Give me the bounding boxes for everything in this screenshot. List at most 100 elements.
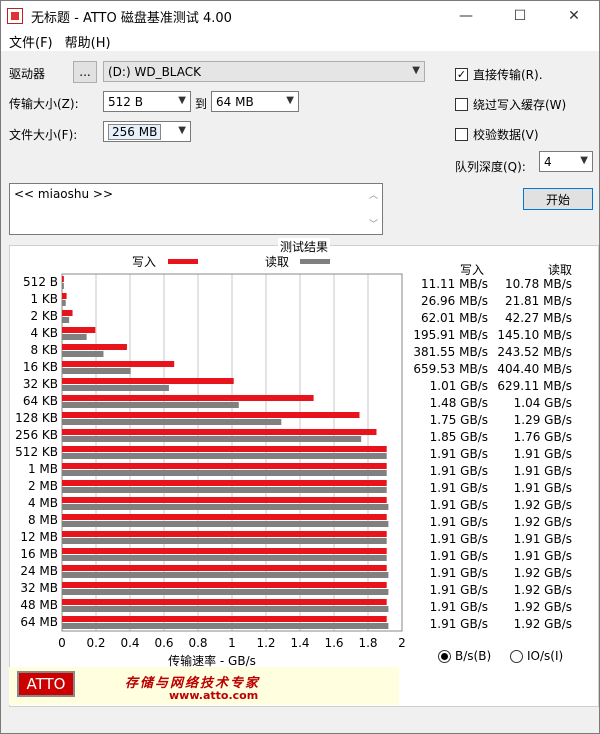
queue-depth-select[interactable]: 4 ▼: [539, 151, 593, 172]
checkbox-empty-icon: [455, 98, 468, 111]
write-speed-value: 1.91 GB/s: [429, 464, 488, 478]
direct-io-label: 直接传输(R).: [473, 68, 543, 82]
chevron-down-icon: ▼: [178, 125, 186, 136]
read-speed-value: 1.76 GB/s: [513, 430, 572, 444]
x-axis-title: 传输速率 - GB/s: [168, 653, 256, 668]
unit-io-radio[interactable]: IO/s(I): [510, 649, 563, 663]
queue-depth-value: 4: [544, 154, 552, 169]
x-tick-label: 1.4: [290, 636, 309, 650]
unit-bytes-radio[interactable]: B/s(B): [438, 649, 491, 663]
legend-read-swatch: [300, 259, 330, 264]
maximize-button[interactable]: ☐: [497, 1, 543, 31]
x-tick-label: 0.8: [188, 636, 207, 650]
menu-help[interactable]: 帮助(H): [65, 32, 111, 51]
results-row: 195.91 MB/s 145.10 MB/s: [10, 327, 600, 344]
verify-data-label: 校验数据(V): [473, 128, 539, 142]
transfer-size-to-select[interactable]: 64 MB ▼: [211, 91, 299, 112]
chevron-down-icon: ▼: [412, 65, 420, 76]
results-row: 1.91 GB/s 1.91 GB/s: [10, 548, 600, 565]
write-speed-value: 1.91 GB/s: [429, 481, 488, 495]
file-size-select[interactable]: 256 MB ▼: [103, 121, 191, 142]
write-speed-value: 1.91 GB/s: [429, 515, 488, 529]
x-tick-label: 2: [398, 636, 406, 650]
read-speed-value: 1.92 GB/s: [513, 498, 572, 512]
banner-url: www.atto.com: [169, 689, 259, 702]
drive-browse-button[interactable]: ...: [73, 61, 97, 83]
write-speed-value: 381.55 MB/s: [413, 345, 488, 359]
write-speed-value: 1.48 GB/s: [429, 396, 488, 410]
read-speed-value: 1.04 GB/s: [513, 396, 572, 410]
read-speed-value: 1.92 GB/s: [513, 617, 572, 631]
write-speed-value: 659.53 MB/s: [413, 362, 488, 376]
direct-io-checkbox[interactable]: ✓ 直接传输(R).: [455, 66, 543, 83]
read-speed-value: 10.78 MB/s: [504, 277, 572, 291]
read-speed-value: 629.11 MB/s: [497, 379, 572, 393]
chevron-down-icon: ▼: [178, 95, 186, 106]
window-title: 无标题 - ATTO 磁盘基准测试 4.00: [31, 10, 232, 26]
read-speed-value: 1.91 GB/s: [513, 549, 572, 563]
radio-selected-icon: [438, 649, 451, 663]
write-speed-value: 1.91 GB/s: [429, 600, 488, 614]
read-speed-value: 21.81 MB/s: [504, 294, 572, 308]
results-row: 381.55 MB/s 243.52 MB/s: [10, 344, 600, 361]
results-row: 1.91 GB/s 1.92 GB/s: [10, 582, 600, 599]
transfer-size-from-value: 512 B: [108, 94, 143, 109]
unit-bytes-label: B/s(B): [455, 649, 492, 663]
results-row: 1.91 GB/s 1.92 GB/s: [10, 514, 600, 531]
write-speed-value: 62.01 MB/s: [420, 311, 488, 325]
results-row: 1.75 GB/s 1.29 GB/s: [10, 412, 600, 429]
x-tick-label: 1: [228, 636, 236, 650]
menu-bar: 文件(F) 帮助(H): [1, 31, 599, 51]
write-speed-value: 1.91 GB/s: [429, 549, 488, 563]
read-speed-value: 1.92 GB/s: [513, 600, 572, 614]
results-row: 1.91 GB/s 1.92 GB/s: [10, 497, 600, 514]
chevron-down-icon: ▼: [286, 95, 294, 106]
x-tick-label: 1.6: [324, 636, 343, 650]
results-panel: 测试结果 写入 读取 写入 读取 0 0.2 0.4 0.6 0.8 1 1.2 1.4 1.6…: [9, 238, 600, 707]
results-row: 62.01 MB/s 42.27 MB/s: [10, 310, 600, 327]
radio-empty-icon: [510, 649, 523, 663]
atto-banner[interactable]: ATTO 存储与网络技术专家 www.atto.com: [9, 667, 399, 705]
write-speed-value: 1.91 GB/s: [429, 617, 488, 631]
file-size-label: 文件大小(F):: [9, 128, 78, 142]
file-size-value: 256 MB: [108, 123, 162, 140]
transfer-size-label: 传输大小(Z):: [9, 97, 79, 111]
write-speed-value: 1.85 GB/s: [429, 430, 488, 444]
read-speed-value: 1.29 GB/s: [513, 413, 572, 427]
transfer-size-to-value: 64 MB: [216, 94, 254, 109]
unit-io-label: IO/s(I): [527, 649, 564, 663]
write-speed-value: 195.91 MB/s: [413, 328, 488, 342]
read-speed-value: 1.92 GB/s: [513, 583, 572, 597]
write-speed-value: 1.91 GB/s: [429, 447, 488, 461]
description-text: << miaoshu >>: [14, 187, 114, 201]
bypass-cache-checkbox[interactable]: 绕过写入缓存(W): [455, 96, 566, 113]
atto-window: 无标题 - ATTO 磁盘基准测试 4.00 — ☐ ✕ 文件(F) 帮助(H)…: [0, 0, 600, 734]
scroll-down-icon[interactable]: ﹀: [369, 217, 378, 230]
read-speed-value: 243.52 MB/s: [497, 345, 572, 359]
x-tick-label: 0.6: [154, 636, 173, 650]
write-speed-value: 1.91 GB/s: [429, 566, 488, 580]
read-speed-value: 404.40 MB/s: [497, 362, 572, 376]
legend-write-swatch: [168, 259, 198, 264]
results-row: 11.11 MB/s 10.78 MB/s: [10, 276, 600, 293]
close-button[interactable]: ✕: [551, 1, 597, 31]
menu-file[interactable]: 文件(F): [9, 32, 53, 51]
drive-select-value: (D:) WD_BLACK: [108, 64, 202, 79]
transfer-size-from-select[interactable]: 512 B ▼: [103, 91, 191, 112]
queue-depth-label: 队列深度(Q):: [455, 160, 526, 174]
x-tick-label: 0: [58, 636, 66, 650]
results-row: 1.91 GB/s 1.92 GB/s: [10, 616, 600, 633]
read-speed-value: 1.91 GB/s: [513, 481, 572, 495]
minimize-button[interactable]: —: [443, 1, 489, 31]
start-button[interactable]: 开始: [523, 188, 593, 210]
read-speed-value: 1.91 GB/s: [513, 447, 572, 461]
write-speed-value: 26.96 MB/s: [420, 294, 488, 308]
drive-select[interactable]: (D:) WD_BLACK ▼: [103, 61, 425, 82]
description-textarea[interactable]: << miaoshu >> ︿ ﹀: [9, 183, 383, 235]
verify-data-checkbox[interactable]: 校验数据(V): [455, 126, 539, 143]
atto-app-icon: [7, 8, 23, 24]
x-tick-label: 0.2: [86, 636, 105, 650]
scroll-up-icon[interactable]: ︿: [369, 188, 378, 201]
transfer-to-label: 到: [195, 97, 208, 111]
results-row: 1.91 GB/s 1.91 GB/s: [10, 531, 600, 548]
